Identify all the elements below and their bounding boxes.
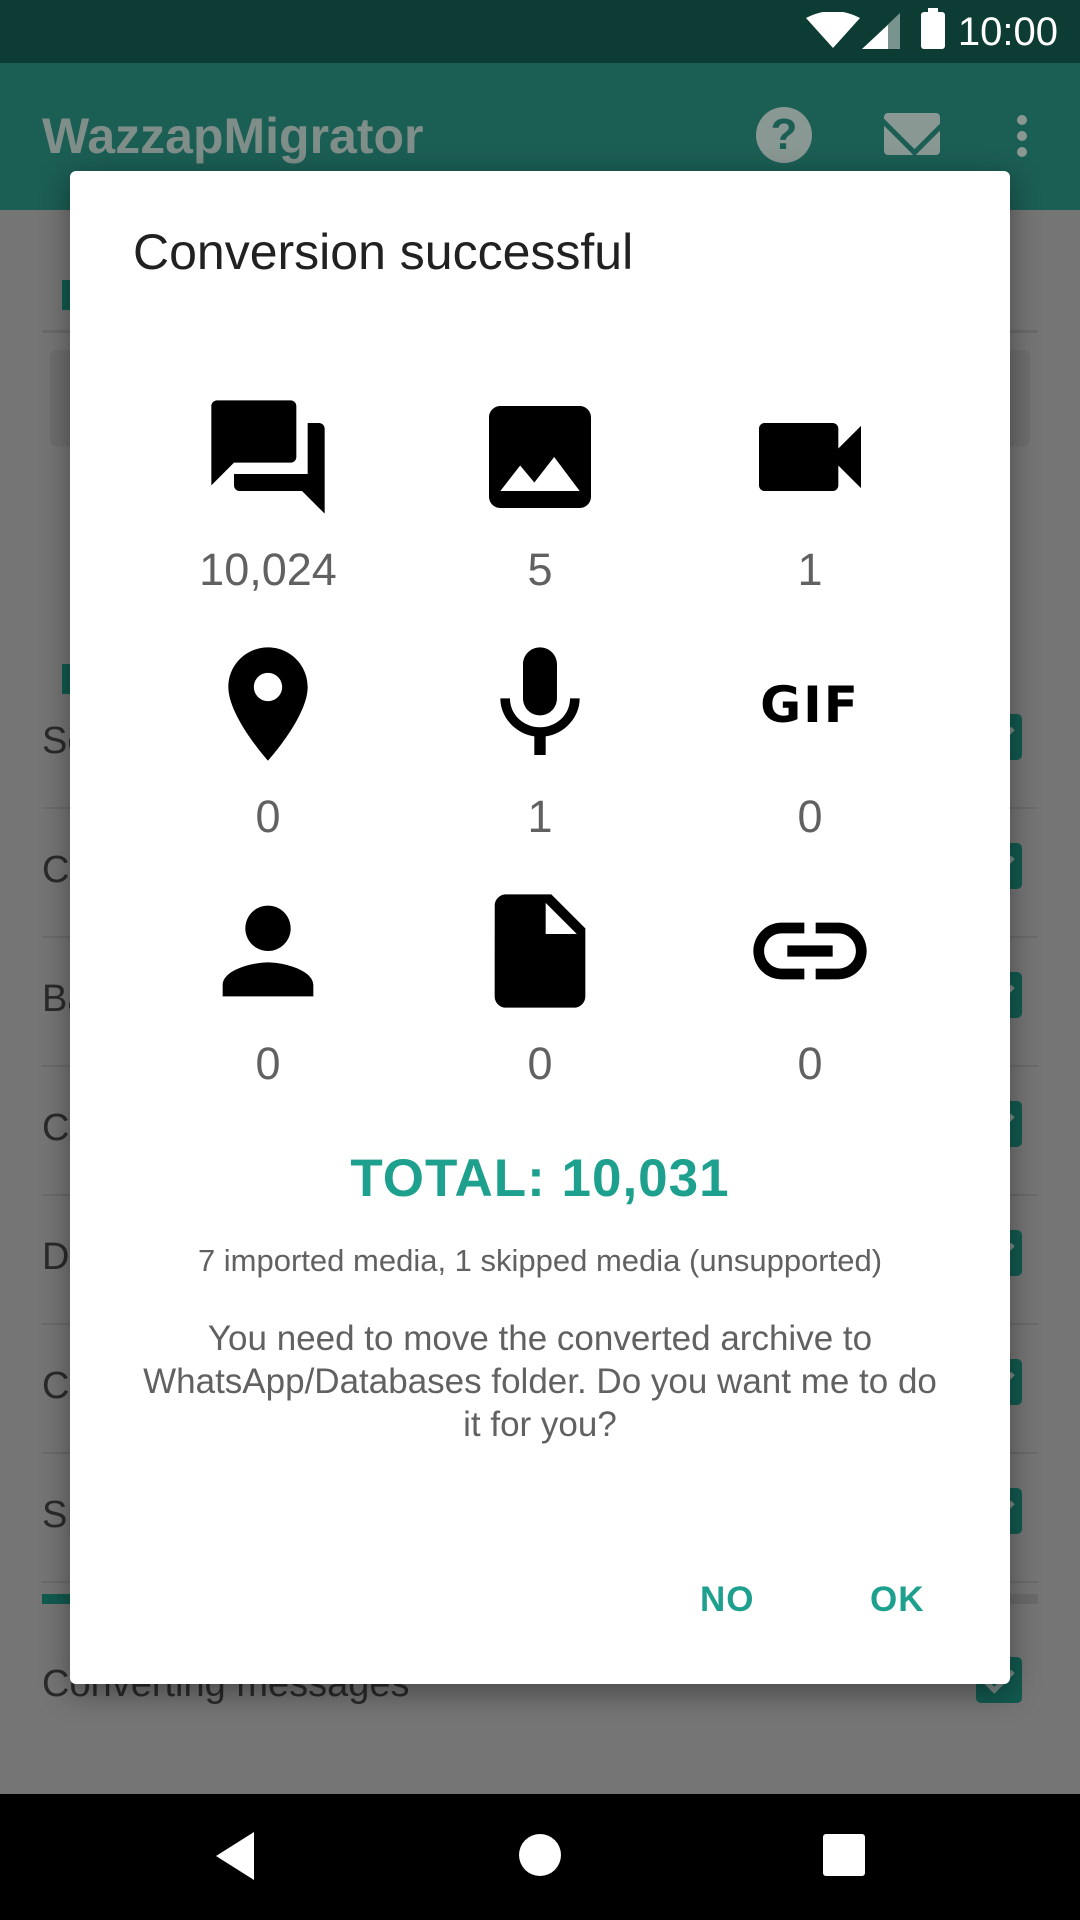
stat-value: 0	[797, 791, 823, 842]
stat-value: 0	[255, 791, 281, 842]
stat-value: 10,024	[199, 544, 337, 595]
location-icon	[228, 647, 308, 761]
status-bar: 10:00	[0, 0, 1080, 63]
microphone-icon	[500, 647, 580, 755]
mail-icon[interactable]	[884, 113, 940, 155]
recent-apps-icon[interactable]	[823, 1834, 865, 1876]
video-icon	[759, 423, 861, 491]
stat-value: 1	[527, 791, 553, 842]
navigation-bar	[0, 1794, 1080, 1920]
gif-icon: GIF	[760, 676, 860, 734]
stat-messages: 10,024	[158, 389, 378, 609]
stat-audio: 1	[430, 636, 650, 856]
stat-value: 1	[797, 544, 823, 595]
total-count: TOTAL: 10,031	[350, 1149, 730, 1208]
stat-videos: 1	[700, 389, 920, 609]
battery-icon	[921, 8, 945, 49]
stat-value: 0	[797, 1038, 823, 1089]
stat-contacts: 0	[158, 883, 378, 1103]
back-icon[interactable]	[216, 1832, 254, 1880]
image-icon	[489, 406, 591, 508]
stat-gifs: GIF 0	[700, 636, 920, 856]
wifi-icon	[806, 12, 860, 48]
link-icon	[753, 922, 867, 980]
home-icon[interactable]	[519, 1834, 561, 1876]
stat-documents: 0	[430, 883, 650, 1103]
stat-value: 5	[527, 544, 553, 595]
contact-icon	[222, 905, 314, 997]
conversion-dialog: Conversion successful 10,024 5 1 0 1 GIF…	[70, 171, 1010, 1684]
signal-icon	[862, 13, 900, 49]
overflow-menu-icon[interactable]	[1015, 115, 1029, 159]
document-icon	[494, 894, 586, 1008]
dialog-message: You need to move the converted archive t…	[143, 1319, 937, 1444]
ok-button[interactable]: OK	[860, 1574, 935, 1626]
chat-icon	[211, 400, 325, 514]
stat-value: 0	[255, 1038, 281, 1089]
stat-images: 5	[430, 389, 650, 609]
dialog-title: Conversion successful	[133, 224, 634, 280]
app-title: WazzapMigrator	[42, 108, 424, 164]
no-button[interactable]: NO	[690, 1574, 765, 1626]
stat-value: 0	[527, 1038, 553, 1089]
media-info: 7 imported media, 1 skipped media (unsup…	[197, 1243, 883, 1278]
stat-links: 0	[700, 883, 920, 1103]
stat-locations: 0	[158, 636, 378, 856]
help-icon[interactable]: ?	[756, 107, 812, 163]
status-time: 10:00	[957, 10, 1058, 54]
